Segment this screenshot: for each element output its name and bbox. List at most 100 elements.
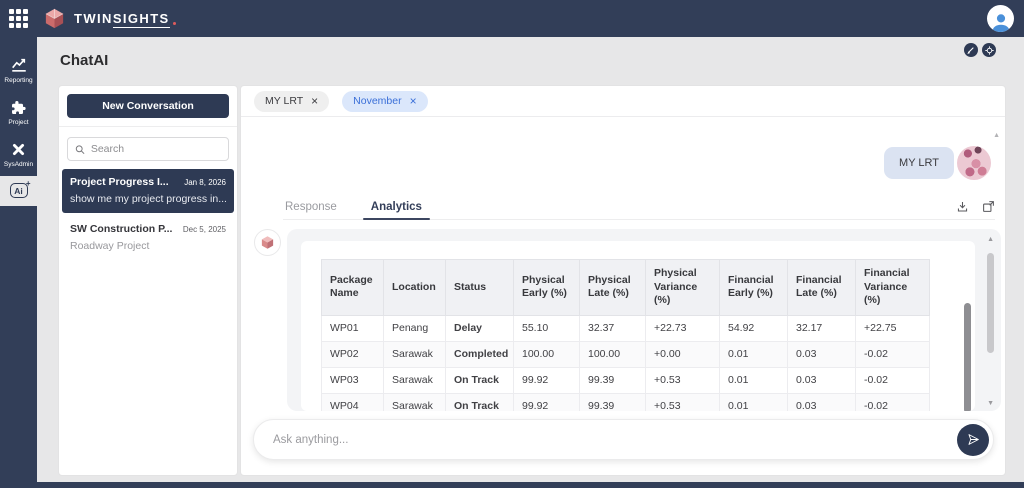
download-icon[interactable]	[956, 200, 969, 213]
table-cell: -0.02	[856, 341, 930, 367]
assistant-avatar	[254, 229, 281, 256]
table-cell: 99.92	[514, 393, 580, 411]
cube-logo-icon	[43, 7, 66, 30]
user-avatar[interactable]	[987, 5, 1014, 32]
sidebar-item-ai-chat[interactable]: Ai	[0, 176, 37, 206]
table-cell: 32.37	[580, 315, 646, 341]
column-header: Location	[384, 260, 446, 316]
table-cell: 99.92	[514, 367, 580, 393]
table-cell: Completed	[446, 341, 514, 367]
column-header: Physical Late (%)	[580, 260, 646, 316]
chip-close-icon[interactable]: ×	[410, 95, 417, 107]
table-row: WP01PenangDelay55.1032.37+22.7354.9232.1…	[322, 315, 930, 341]
table-cell: 0.03	[788, 341, 856, 367]
logo-red-dot	[173, 22, 176, 25]
send-button[interactable]	[957, 424, 989, 456]
card-scroll-down-arrow[interactable]: ▼	[987, 400, 994, 407]
search-input[interactable]	[91, 143, 221, 155]
table-cell: 54.92	[720, 315, 788, 341]
conversation-date: Jan 8, 2026	[184, 178, 226, 187]
table-cell: 100.00	[514, 341, 580, 367]
table-cell: WP01	[322, 315, 384, 341]
person-icon	[990, 12, 1012, 32]
column-header: Physical Early (%)	[514, 260, 580, 316]
twinsights-logo[interactable]: Twinsights	[43, 7, 170, 30]
conversation-date: Dec 5, 2025	[183, 225, 226, 234]
table-cell: 0.03	[788, 393, 856, 411]
conversation-preview: show me my project progress in...	[70, 193, 226, 205]
fullscreen-icon[interactable]	[982, 43, 996, 57]
ai-chat-icon: Ai	[10, 183, 28, 198]
table-cell: 0.01	[720, 341, 788, 367]
tab-analytics[interactable]: Analytics	[369, 194, 424, 219]
table-body: WP01PenangDelay55.1032.37+22.7354.9232.1…	[322, 315, 930, 411]
conversation-title: Project Progress I...	[70, 176, 169, 188]
sidebar-item-label: Reporting	[4, 77, 32, 84]
column-header: Package Name	[322, 260, 384, 316]
column-header: Physical Variance (%)	[646, 260, 720, 316]
puzzle-icon	[10, 99, 27, 116]
table-cell: +0.53	[646, 367, 720, 393]
conversation-search[interactable]	[67, 137, 229, 161]
conversation-item[interactable]: SW Construction P... Dec 5, 2025 Roadway…	[62, 216, 234, 260]
new-conversation-button[interactable]: New Conversation	[67, 94, 229, 118]
edit-icon[interactable]	[964, 43, 978, 57]
chat-input[interactable]	[253, 419, 994, 460]
table-row: WP02SarawakCompleted100.00100.00+0.000.0…	[322, 341, 930, 367]
table-cell: 0.01	[720, 393, 788, 411]
table-cell: On Track	[446, 393, 514, 411]
table-cell: 0.01	[720, 367, 788, 393]
card-scroll-up-arrow[interactable]: ▲	[987, 236, 994, 243]
chip-close-icon[interactable]: ×	[311, 95, 318, 107]
open-full-icon[interactable]	[982, 200, 995, 213]
user-message-row: MY LRT	[884, 146, 991, 180]
table-row: WP03SarawakOn Track99.9299.39+0.530.010.…	[322, 367, 930, 393]
progress-table: Package NameLocationStatusPhysical Early…	[321, 259, 930, 411]
search-icon	[75, 144, 85, 155]
conversation-item[interactable]: Project Progress I... Jan 8, 2026 show m…	[62, 169, 234, 213]
sidebar-item-label: SysAdmin	[4, 161, 33, 168]
table-cell: 0.03	[788, 367, 856, 393]
table-cell: Sarawak	[384, 367, 446, 393]
table-cell: WP02	[322, 341, 384, 367]
table-cell: On Track	[446, 367, 514, 393]
app-launcher-grid-icon[interactable]	[9, 9, 28, 28]
filter-chips-row: MY LRT × November ×	[241, 86, 1005, 117]
table-cell: 32.17	[788, 315, 856, 341]
filter-chip-my-lrt[interactable]: MY LRT ×	[254, 91, 329, 112]
table-cell: 55.10	[514, 315, 580, 341]
divider	[59, 126, 237, 127]
table-cell: +0.53	[646, 393, 720, 411]
table-cell: WP03	[322, 367, 384, 393]
table-cell: Penang	[384, 315, 446, 341]
logo-wordmark: Twinsights	[74, 11, 170, 26]
table-cell: 99.39	[580, 393, 646, 411]
app-window: Twinsights Reporting Project	[0, 0, 1024, 488]
sidebar-item-project[interactable]: Project	[0, 92, 37, 134]
conversation-title: SW Construction P...	[70, 223, 172, 235]
line-chart-icon	[10, 56, 28, 74]
paper-plane-icon	[966, 432, 981, 447]
sidebar-item-sysadmin[interactable]: SysAdmin	[0, 134, 37, 176]
response-tabs: Response Analytics	[283, 194, 995, 220]
chat-scroll-up-arrow[interactable]: ▲	[993, 132, 1000, 139]
table-scrollbar-thumb[interactable]	[964, 303, 971, 411]
crossed-tools-icon	[10, 141, 27, 158]
sidebar-item-label: Project	[8, 119, 28, 126]
filter-chip-november[interactable]: November ×	[342, 91, 427, 112]
table-cell: +22.73	[646, 315, 720, 341]
tab-response[interactable]: Response	[283, 194, 339, 219]
analytics-card: ▲ ▼ Package NameLocationStatusPhysical E…	[287, 229, 1001, 411]
user-message-avatar	[957, 146, 991, 180]
left-sidebar: Reporting Project SysAdmin Ai	[0, 37, 37, 488]
card-scrollbar-thumb[interactable]	[987, 253, 994, 353]
table-row: WP04SarawakOn Track99.9299.39+0.530.010.…	[322, 393, 930, 411]
chat-input-row	[253, 419, 994, 460]
bottom-window-edge	[0, 482, 1024, 488]
table-cell: +0.00	[646, 341, 720, 367]
sidebar-item-reporting[interactable]: Reporting	[0, 49, 37, 92]
table-cell: 100.00	[580, 341, 646, 367]
column-header: Status	[446, 260, 514, 316]
analytics-table-card: Package NameLocationStatusPhysical Early…	[301, 241, 975, 411]
column-header: Financial Late (%)	[788, 260, 856, 316]
